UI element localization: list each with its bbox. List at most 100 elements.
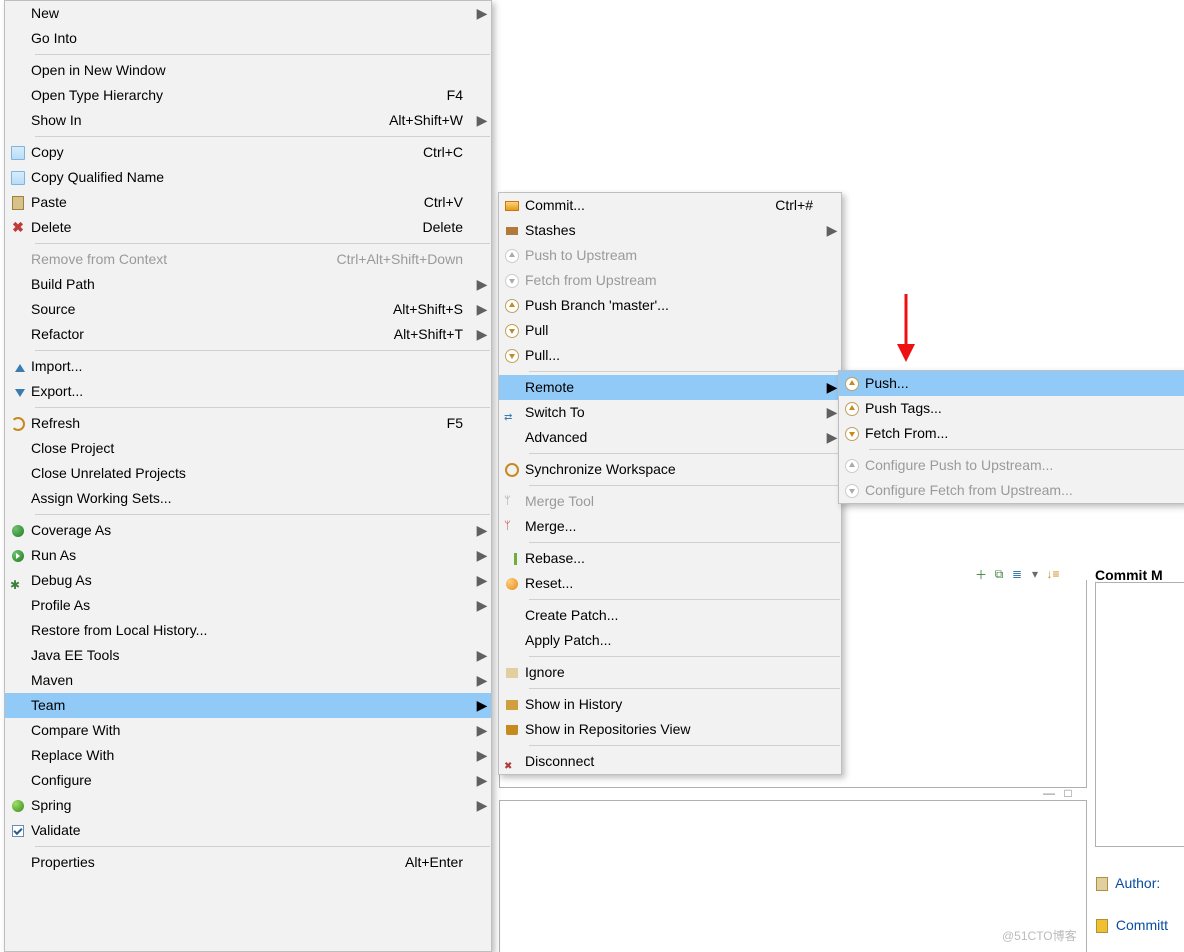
menu-item-open-in-new-window[interactable]: Open in New Window — [5, 58, 491, 83]
menu-item-shortcut: Alt+Shift+W — [389, 108, 473, 133]
menu-separator — [529, 371, 840, 372]
git-dn2-icon — [505, 274, 519, 288]
menu-item-label: Push Branch 'master'... — [525, 293, 823, 318]
menu-item-profile-as[interactable]: Profile As▶ — [5, 593, 491, 618]
menu-item-refresh[interactable]: RefreshF5 — [5, 411, 491, 436]
menu-item-create-patch[interactable]: Create Patch... — [499, 603, 841, 628]
menu-item-fetch-from[interactable]: Fetch From... — [839, 421, 1184, 446]
menu-item-label: Synchronize Workspace — [525, 457, 823, 482]
git-uparr2-icon — [505, 249, 519, 263]
plus-icon[interactable]: ＋ — [974, 567, 988, 581]
menu-item-remote[interactable]: Remote▶ — [499, 375, 841, 400]
menu-item-label: Fetch From... — [865, 421, 1167, 446]
menu-item-compare-with[interactable]: Compare With▶ — [5, 718, 491, 743]
menu-item-pull[interactable]: Pull... — [499, 343, 841, 368]
menu-item-label: Coverage As — [31, 518, 473, 543]
menu-item-export[interactable]: Export... — [5, 379, 491, 404]
menu-item-fetch-from-upstream: Fetch from Upstream — [499, 268, 841, 293]
menu-item-team[interactable]: Team▶ — [5, 693, 491, 718]
menu-item-import[interactable]: Import... — [5, 354, 491, 379]
menu-item-show-in[interactable]: Show InAlt+Shift+W▶ — [5, 108, 491, 133]
menu-item-pull[interactable]: Pull — [499, 318, 841, 343]
submenu-arrow-icon: ▶ — [473, 297, 491, 322]
menu-item-label: Merge... — [525, 514, 823, 539]
plus-all-icon[interactable]: ⧉ — [992, 567, 1006, 581]
menu-item-java-ee-tools[interactable]: Java EE Tools▶ — [5, 643, 491, 668]
menu-item-show-in-repositories-view[interactable]: Show in Repositories View — [499, 717, 841, 742]
list-icon[interactable]: ≣ — [1010, 567, 1024, 581]
menu-item-coverage-as[interactable]: Coverage As▶ — [5, 518, 491, 543]
menu-item-ignore[interactable]: Ignore — [499, 660, 841, 685]
menu-item-open-type-hierarchy[interactable]: Open Type HierarchyF4 — [5, 83, 491, 108]
menu-item-disconnect[interactable]: ✖Disconnect — [499, 749, 841, 774]
git-dn2-icon — [845, 484, 859, 498]
git-repo-icon — [506, 725, 518, 735]
menu-item-go-into[interactable]: Go Into — [5, 26, 491, 51]
menu-item-restore-from-local-history[interactable]: Restore from Local History... — [5, 618, 491, 643]
menu-item-apply-patch[interactable]: Apply Patch... — [499, 628, 841, 653]
menu-item-properties[interactable]: PropertiesAlt+Enter — [5, 850, 491, 875]
menu-item-replace-with[interactable]: Replace With▶ — [5, 743, 491, 768]
submenu-arrow-icon: ▶ — [473, 543, 491, 568]
menu-item-label: Remove from Context — [31, 247, 337, 272]
menu-item-label: Assign Working Sets... — [31, 486, 473, 511]
committer-link[interactable]: Committ — [1096, 917, 1168, 933]
import-icon — [15, 364, 25, 372]
menu-item-assign-working-sets[interactable]: Assign Working Sets... — [5, 486, 491, 511]
menu-item-source[interactable]: SourceAlt+Shift+S▶ — [5, 297, 491, 322]
menu-item-rebase[interactable]: Rebase... — [499, 546, 841, 571]
submenu-arrow-icon: ▶ — [473, 272, 491, 297]
submenu-arrow-icon: ▶ — [473, 108, 491, 133]
menu-item-label: Show in History — [525, 692, 823, 717]
menu-item-shortcut: Ctrl+V — [424, 190, 473, 215]
menu-item-label: Spring — [31, 793, 473, 818]
view-min-controls[interactable]: — □ — [1043, 786, 1075, 800]
menu-item-build-path[interactable]: Build Path▶ — [5, 272, 491, 297]
menu-item-switch-to[interactable]: ⇄Switch To▶ — [499, 400, 841, 425]
submenu-arrow-icon: ▶ — [473, 768, 491, 793]
menu-item-stashes[interactable]: Stashes▶ — [499, 218, 841, 243]
menu-item-label: Validate — [31, 818, 473, 843]
git-orangeball-icon — [506, 578, 518, 590]
menu-item-label: Replace With — [31, 743, 473, 768]
git-ignore-icon — [506, 668, 518, 678]
author-link[interactable]: Author: — [1096, 875, 1160, 891]
menu-item-label: Close Unrelated Projects — [31, 461, 473, 486]
menu-item-validate[interactable]: Validate — [5, 818, 491, 843]
menu-item-push-tags[interactable]: Push Tags... — [839, 396, 1184, 421]
menu-item-refactor[interactable]: RefactorAlt+Shift+T▶ — [5, 322, 491, 347]
refresh-icon — [11, 417, 25, 431]
menu-item-spring[interactable]: Spring▶ — [5, 793, 491, 818]
menu-item-run-as[interactable]: Run As▶ — [5, 543, 491, 568]
menu-item-merge[interactable]: ᛘMerge... — [499, 514, 841, 539]
menu-item-commit[interactable]: Commit...Ctrl+# — [499, 193, 841, 218]
menu-item-label: Source — [31, 297, 393, 322]
menu-item-debug-as[interactable]: ✱Debug As▶ — [5, 568, 491, 593]
sort-icon[interactable]: ↓≡ — [1046, 567, 1060, 581]
menu-item-advanced[interactable]: Advanced▶ — [499, 425, 841, 450]
commit-message-heading: Commit M — [1095, 567, 1163, 583]
menu-item-label: Configure — [31, 768, 473, 793]
submenu-arrow-icon: ▶ — [473, 743, 491, 768]
menu-item-reset[interactable]: Reset... — [499, 571, 841, 596]
menu-item-maven[interactable]: Maven▶ — [5, 668, 491, 693]
menu-item-paste[interactable]: PasteCtrl+V — [5, 190, 491, 215]
menu-item-copy[interactable]: CopyCtrl+C — [5, 140, 491, 165]
menu-item-shortcut: Alt+Shift+S — [393, 297, 473, 322]
menu-item-show-in-history[interactable]: Show in History — [499, 692, 841, 717]
menu-item-label: Switch To — [525, 400, 823, 425]
menu-item-close-unrelated-projects[interactable]: Close Unrelated Projects — [5, 461, 491, 486]
menu-item-push[interactable]: Push... — [839, 371, 1184, 396]
menu-item-label: Merge Tool — [525, 489, 823, 514]
menu-item-shortcut: Ctrl+Alt+Shift+Down — [337, 247, 473, 272]
menu-item-copy-qualified-name[interactable]: Copy Qualified Name — [5, 165, 491, 190]
menu-item-close-project[interactable]: Close Project — [5, 436, 491, 461]
menu-item-delete[interactable]: ✖DeleteDelete — [5, 215, 491, 240]
menu-item-label: Create Patch... — [525, 603, 823, 628]
dropdown-icon[interactable]: ▾ — [1028, 567, 1042, 581]
debug-icon: ✱ — [10, 573, 26, 589]
menu-item-configure[interactable]: Configure▶ — [5, 768, 491, 793]
menu-item-new[interactable]: New▶ — [5, 1, 491, 26]
menu-item-push-branch-master[interactable]: Push Branch 'master'... — [499, 293, 841, 318]
menu-item-synchronize-workspace[interactable]: Synchronize Workspace — [499, 457, 841, 482]
